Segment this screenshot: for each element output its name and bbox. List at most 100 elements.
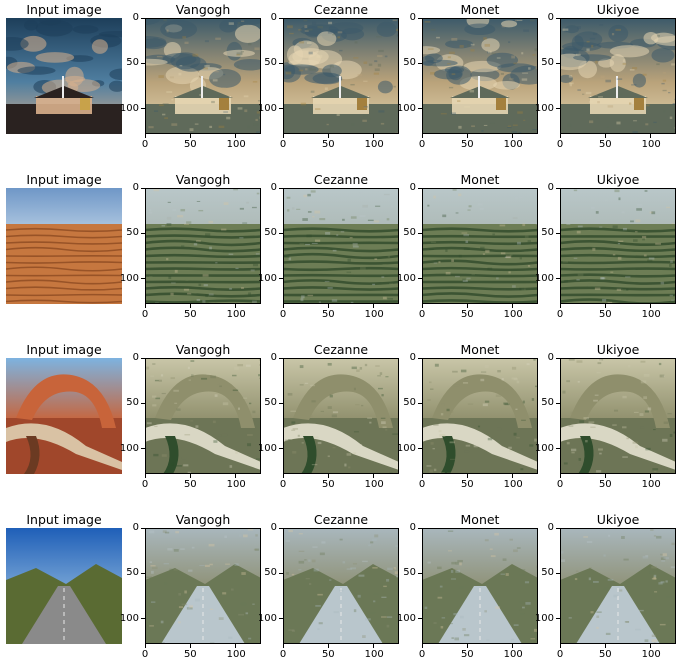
x-tick-label: 100 [503, 139, 523, 150]
panel-title: Cezanne [313, 512, 369, 527]
x-tick [421, 644, 423, 648]
x-tick [650, 474, 652, 478]
styled-image [145, 18, 261, 134]
figure-grid: Input image Vangogh 0 50 100 0 50 100 Cezanne 0 50… [0, 0, 689, 665]
x-tick [604, 304, 606, 308]
y-tick-label: 50 [264, 397, 277, 409]
x-tick [235, 474, 237, 478]
y-tick-label: 50 [403, 567, 416, 579]
panel-title: Input image [26, 2, 102, 17]
y-tick [418, 108, 422, 110]
y-tick-label: 100 [257, 612, 277, 624]
x-tick-label: 100 [364, 309, 384, 320]
x-tick-label: 0 [279, 649, 287, 660]
x-tick-label: 100 [503, 479, 523, 490]
styled-image [283, 528, 399, 644]
x-tick-label: 50 [321, 649, 335, 660]
panel-title: Vangogh [175, 342, 231, 357]
x-tick-label: 0 [141, 139, 149, 150]
y-tick-label: 100 [257, 442, 277, 454]
y-tick [556, 448, 560, 450]
x-tick [559, 304, 561, 308]
x-tick-label: 50 [598, 139, 612, 150]
y-tick [418, 618, 422, 620]
x-tick [144, 134, 146, 138]
x-tick-label: 50 [321, 139, 335, 150]
x-tick [235, 134, 237, 138]
y-tick [556, 402, 560, 404]
y-tick-label: 0 [409, 182, 416, 193]
y-tick [279, 448, 283, 450]
input-image [6, 528, 122, 644]
y-tick [418, 17, 422, 19]
x-tick-label: 0 [141, 479, 149, 490]
y-tick [279, 402, 283, 404]
y-tick [141, 232, 145, 234]
panel-title: Vangogh [175, 172, 231, 187]
x-tick-label: 0 [556, 649, 564, 660]
y-tick [418, 62, 422, 64]
x-tick-label: 100 [641, 479, 661, 490]
panel-title: Input image [26, 172, 102, 187]
x-tick [604, 474, 606, 478]
y-tick-label: 0 [270, 182, 277, 193]
x-tick-label: 100 [364, 649, 384, 660]
x-tick-label: 0 [556, 139, 564, 150]
x-tick [604, 644, 606, 648]
styled-image [145, 188, 261, 304]
x-tick [144, 474, 146, 478]
y-tick-label: 100 [396, 442, 416, 454]
x-tick [373, 474, 375, 478]
panel-title: Input image [26, 342, 102, 357]
x-tick [282, 644, 284, 648]
y-tick [556, 62, 560, 64]
x-tick-label: 100 [226, 479, 246, 490]
x-tick-label: 50 [460, 649, 474, 660]
input-image [6, 18, 122, 134]
y-tick-label: 0 [270, 352, 277, 363]
y-tick-label: 0 [409, 352, 416, 363]
y-tick [141, 278, 145, 280]
y-tick [418, 402, 422, 404]
x-tick-label: 50 [598, 309, 612, 320]
x-tick [235, 304, 237, 308]
panel-title: Input image [26, 512, 102, 527]
panel-title: Ukiyoe [596, 2, 640, 17]
x-tick [466, 304, 468, 308]
styled-image [422, 358, 538, 474]
x-tick-label: 0 [279, 479, 287, 490]
x-tick-label: 50 [460, 139, 474, 150]
x-tick [559, 474, 561, 478]
panel-title: Ukiyoe [596, 342, 640, 357]
x-tick-label: 0 [418, 139, 426, 150]
y-tick-label: 0 [409, 522, 416, 533]
x-tick [650, 304, 652, 308]
styled-image [422, 188, 538, 304]
y-tick [141, 527, 145, 529]
y-tick [418, 278, 422, 280]
y-tick [141, 187, 145, 189]
y-tick-label: 50 [541, 227, 554, 239]
y-tick-label: 50 [264, 227, 277, 239]
styled-image [422, 18, 538, 134]
panel-title: Monet [460, 2, 500, 17]
x-tick-label: 50 [460, 309, 474, 320]
y-tick [418, 187, 422, 189]
y-tick-label: 100 [396, 612, 416, 624]
x-tick-label: 50 [183, 479, 197, 490]
panel-title: Monet [460, 512, 500, 527]
y-tick-label: 0 [132, 522, 139, 533]
x-tick-label: 100 [641, 649, 661, 660]
y-tick-label: 50 [264, 57, 277, 69]
x-tick [144, 644, 146, 648]
y-tick-label: 100 [119, 272, 139, 284]
y-tick [279, 357, 283, 359]
x-tick-label: 0 [418, 649, 426, 660]
y-tick [418, 527, 422, 529]
x-tick-label: 100 [226, 139, 246, 150]
y-tick [141, 108, 145, 110]
y-tick-label: 50 [541, 57, 554, 69]
x-tick [512, 134, 514, 138]
y-tick [279, 618, 283, 620]
x-tick [421, 474, 423, 478]
